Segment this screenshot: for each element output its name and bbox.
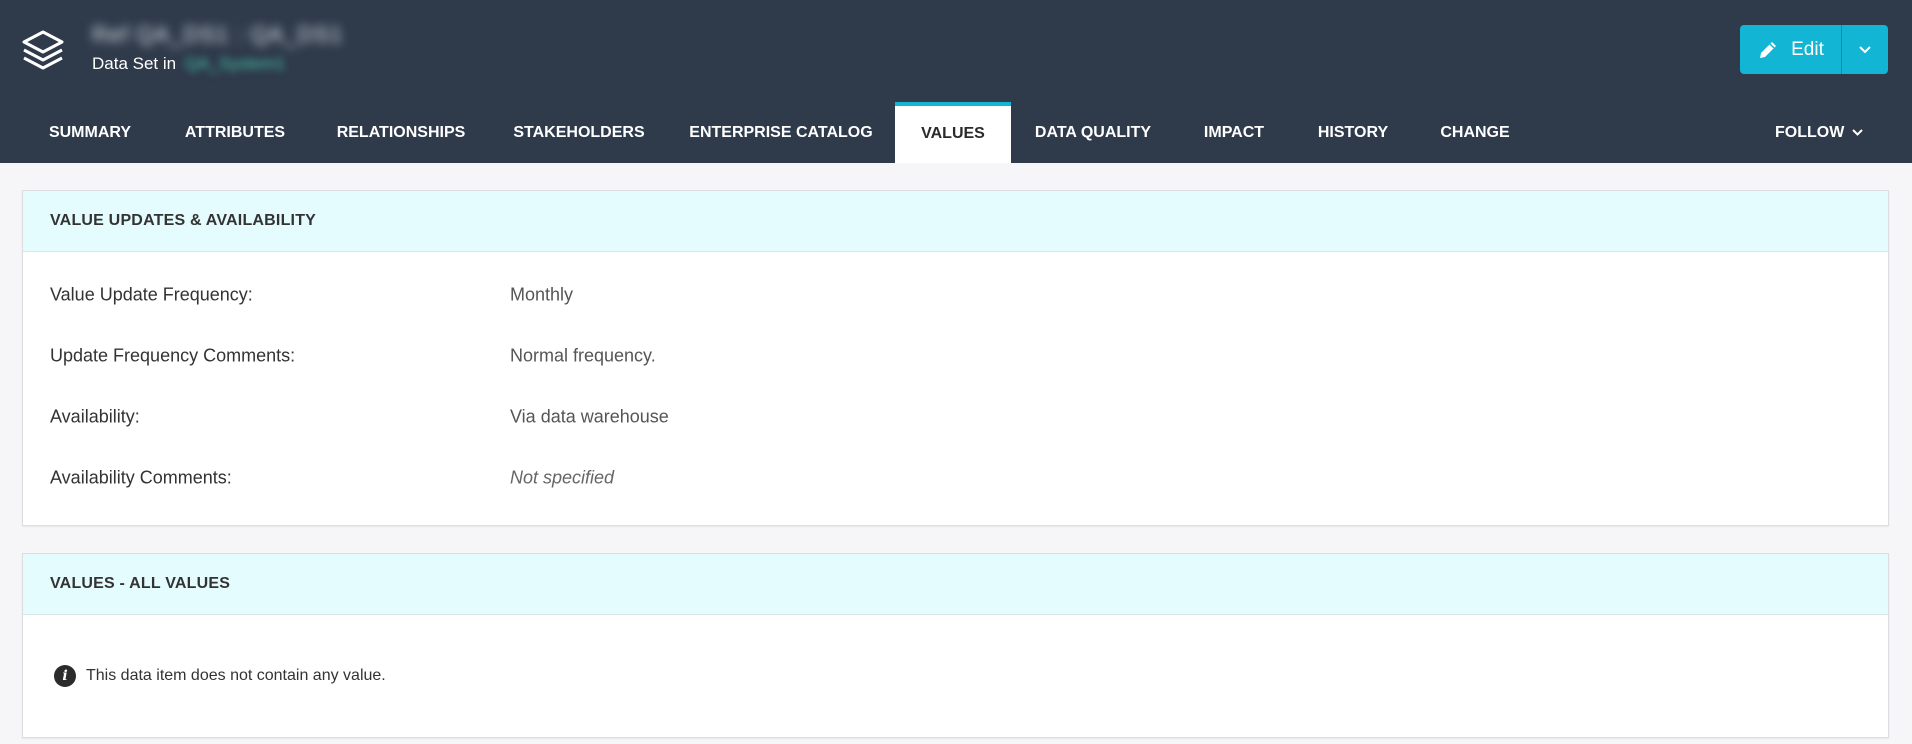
tab-history[interactable]: HISTORY [1303, 102, 1403, 163]
tab-summary[interactable]: SUMMARY [28, 102, 152, 163]
detail-row: Update Frequency Comments: Normal freque… [23, 325, 1888, 386]
edit-dropdown-button[interactable] [1841, 25, 1888, 74]
detail-row: Availability Comments: Not specified [23, 447, 1888, 508]
pencil-icon [1760, 41, 1777, 58]
chevron-down-icon [1852, 129, 1864, 136]
info-circle-icon: i [54, 665, 76, 687]
detail-row: Value Update Frequency: Monthly [23, 264, 1888, 325]
edit-button-label: Edit [1791, 38, 1824, 60]
asset-type-label: Data Set in [92, 54, 177, 73]
availability-value: Via data warehouse [510, 406, 669, 426]
value-updates-panel-title: VALUE UPDATES & AVAILABILITY [23, 191, 1888, 252]
all-values-panel: VALUES - ALL VALUES i This data item doe… [22, 553, 1889, 738]
parent-system-link[interactable]: QA_System1 [185, 54, 285, 73]
update-frequency-comments-value: Normal frequency. [510, 345, 656, 365]
tab-bar: SUMMARY ATTRIBUTES RELATIONSHIPS STAKEHO… [0, 102, 1912, 163]
empty-values-text: This data item does not contain any valu… [86, 667, 386, 684]
tab-impact[interactable]: IMPACT [1188, 102, 1280, 163]
tab-change[interactable]: CHANGE [1425, 102, 1525, 163]
edit-button-group: Edit [1740, 25, 1888, 74]
value-update-frequency-label: Value Update Frequency: [50, 284, 253, 304]
follow-dropdown[interactable]: FOLLOW [1775, 102, 1864, 163]
layers-icon [22, 30, 64, 70]
empty-values-message: i This data item does not contain any va… [54, 665, 386, 687]
availability-comments-value: Not specified [510, 467, 615, 487]
tab-stakeholders[interactable]: STAKEHOLDERS [494, 102, 664, 163]
update-frequency-comments-label: Update Frequency Comments: [50, 345, 296, 365]
availability-comments-label: Availability Comments: [50, 467, 232, 487]
tab-data-quality[interactable]: DATA QUALITY [1020, 102, 1166, 163]
asset-title: Ref QA_DS1 : QA_DS1 [92, 22, 344, 47]
tab-relationships[interactable]: RELATIONSHIPS [317, 102, 485, 163]
availability-label: Availability: [50, 406, 140, 426]
value-update-frequency-value: Monthly [510, 284, 574, 304]
tab-enterprise-catalog[interactable]: ENTERPRISE CATALOG [676, 102, 886, 163]
asset-subtitle: Data Set in QA_System1 [92, 54, 285, 74]
chevron-down-icon [1859, 45, 1871, 53]
tab-values[interactable]: VALUES [895, 102, 1011, 163]
edit-button[interactable]: Edit [1740, 25, 1841, 74]
top-bar: Ref QA_DS1 : QA_DS1 Data Set in QA_Syste… [0, 0, 1912, 163]
value-updates-panel: VALUE UPDATES & AVAILABILITY Value Updat… [22, 190, 1889, 526]
tab-attributes[interactable]: ATTRIBUTES [160, 102, 310, 163]
follow-label: FOLLOW [1775, 124, 1845, 141]
all-values-panel-title: VALUES - ALL VALUES [23, 554, 1888, 615]
detail-row: Availability: Via data warehouse [23, 386, 1888, 447]
